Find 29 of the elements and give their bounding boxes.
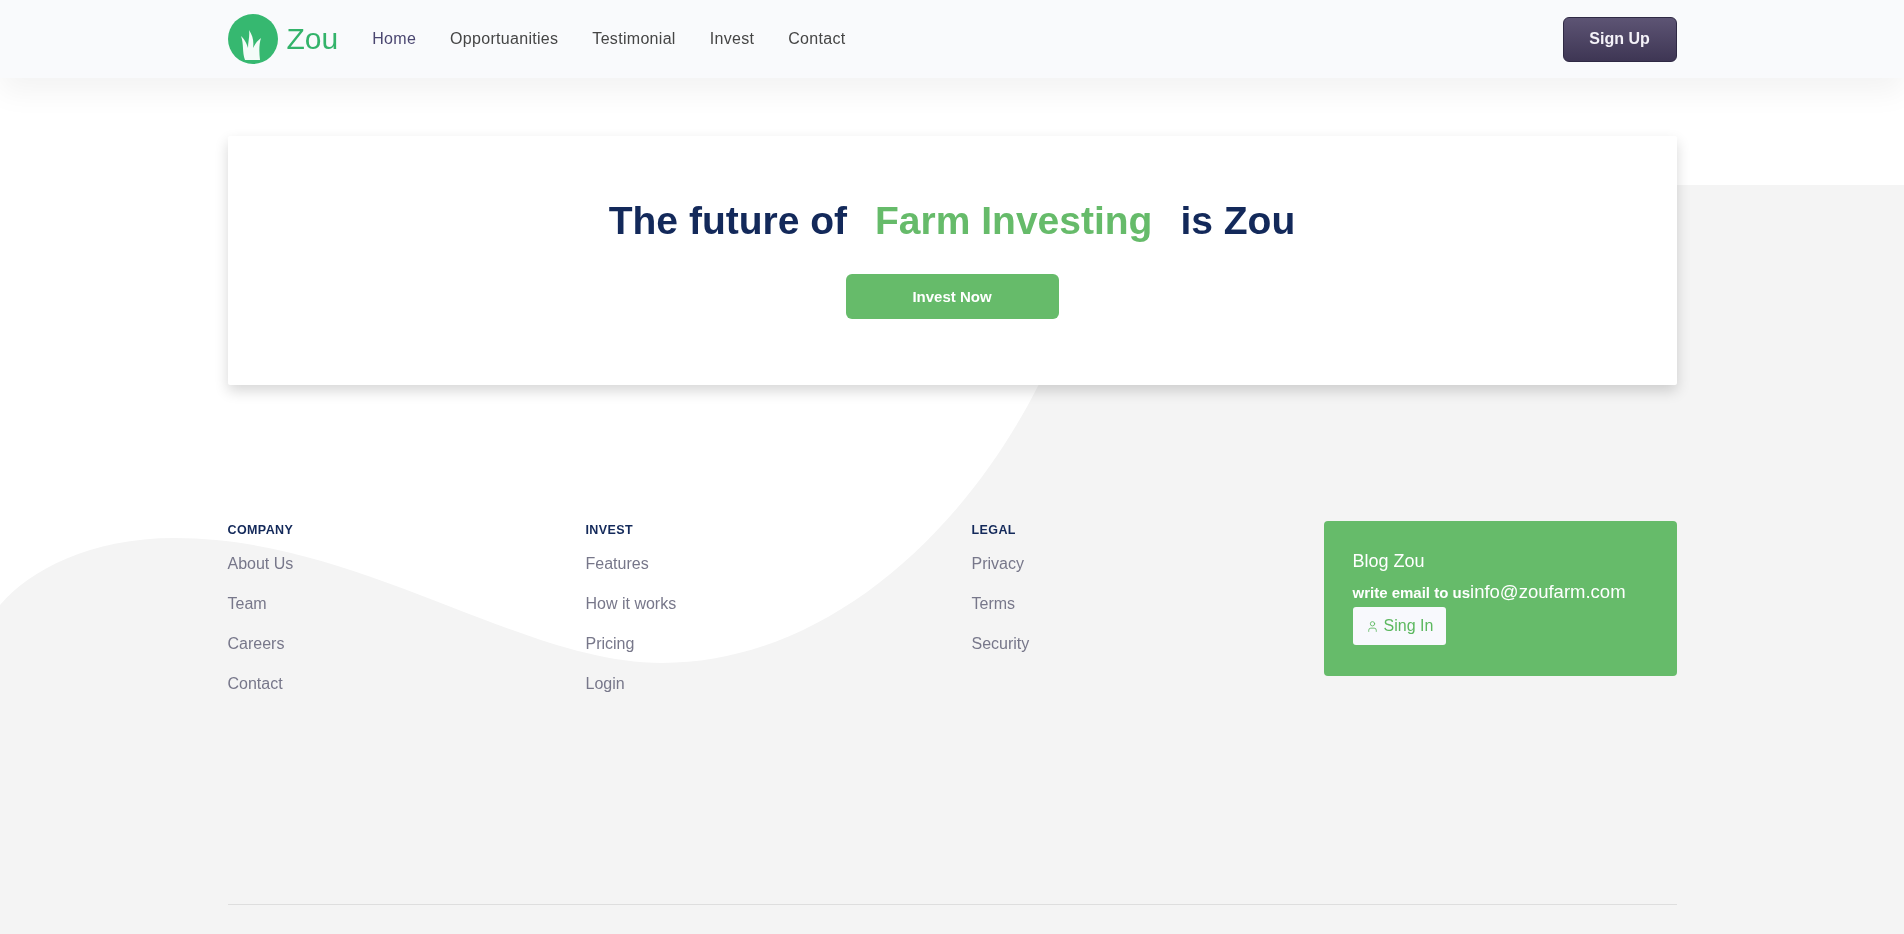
hero-title: The future of Farm Investing is Zou: [608, 200, 1296, 243]
logo-text: Zou: [286, 24, 339, 54]
contact-email-text: write email to usinfo@zoufarm.com: [1352, 581, 1626, 604]
footer-link[interactable]: Privacy: [971, 554, 1024, 574]
footer-link[interactable]: Pricing: [585, 634, 635, 654]
invest-now-button[interactable]: Invest Now: [845, 273, 1059, 319]
blog-title: Blog Zou: [1352, 550, 1425, 573]
footer-heading: INVEST: [585, 522, 634, 538]
footer-link[interactable]: About Us: [227, 554, 294, 574]
footer-link[interactable]: Careers: [227, 634, 285, 654]
footer-link[interactable]: How it works: [585, 594, 677, 614]
nav-link[interactable]: Testimonial: [592, 30, 676, 48]
footer-heading: COMPANY: [227, 522, 294, 538]
footer-link[interactable]: Features: [585, 554, 649, 574]
nav-link[interactable]: Contact: [788, 30, 846, 48]
nav-link[interactable]: Invest: [709, 30, 755, 48]
sign-in-button[interactable]: Sing In: [1352, 607, 1447, 645]
footer-link[interactable]: Login: [585, 674, 625, 694]
leaf-logo-icon: [227, 14, 278, 64]
brand-logo[interactable]: Zou: [227, 14, 339, 64]
footer-link[interactable]: Security: [971, 634, 1030, 654]
footer-link[interactable]: Team: [227, 594, 267, 614]
footer-link[interactable]: Contact: [227, 674, 283, 694]
nav-link[interactable]: Home: [372, 30, 417, 48]
footer-heading: LEGAL: [971, 522, 1016, 538]
nav-link[interactable]: Opportuanities: [450, 30, 559, 48]
sign-up-button[interactable]: Sign Up: [1562, 16, 1677, 62]
footer-link[interactable]: Terms: [971, 594, 1016, 614]
user-icon: [1365, 619, 1379, 633]
